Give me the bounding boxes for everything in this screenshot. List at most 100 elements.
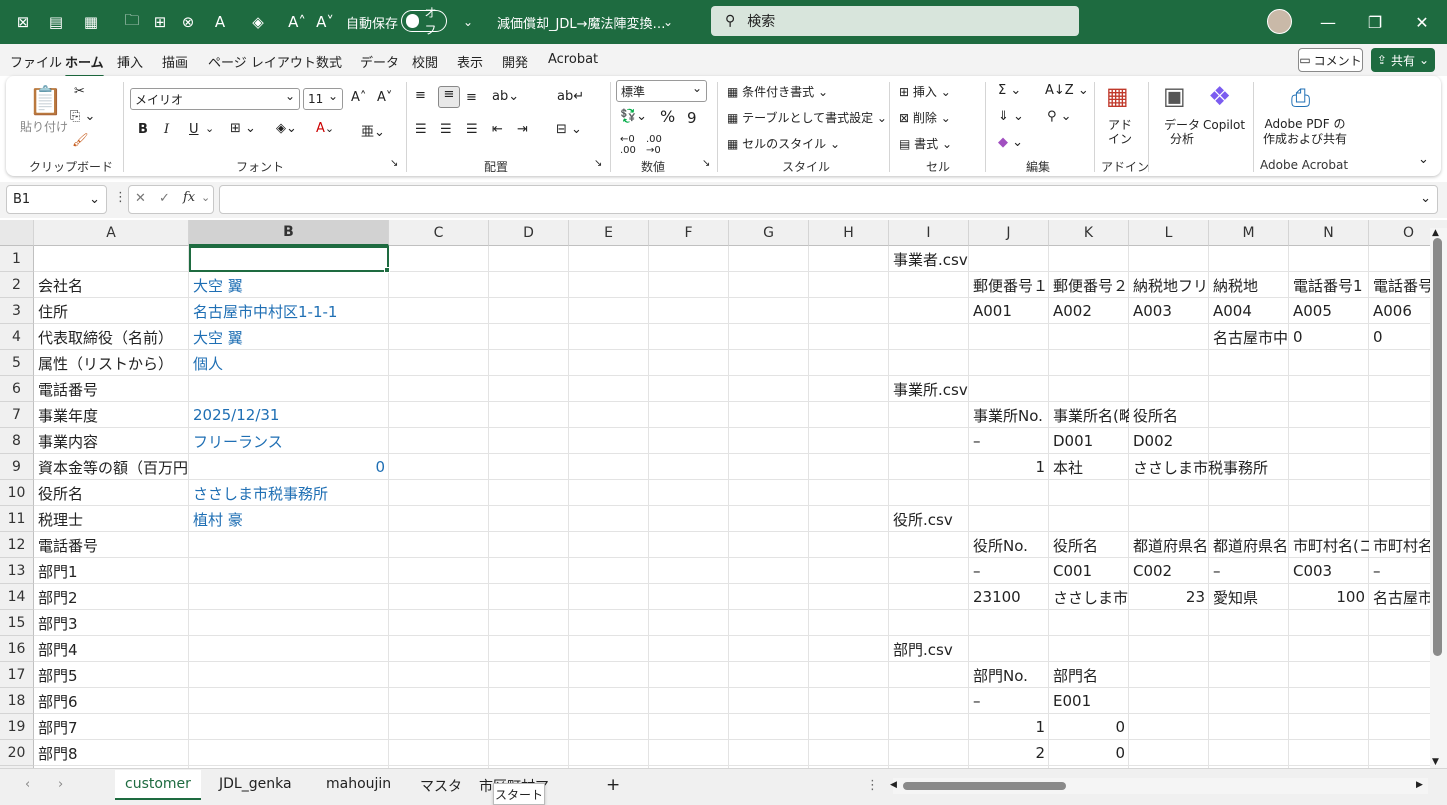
row-header-10[interactable]: 10 — [0, 480, 34, 506]
name-box-chevron-icon[interactable]: ⌄ — [89, 192, 100, 207]
copy-icon[interactable]: ⎘ ⌄ — [70, 109, 95, 124]
name-box[interactable]: B1 ⌄ — [6, 185, 107, 214]
row-header-15[interactable]: 15 — [0, 610, 34, 636]
scroll-up-icon[interactable]: ▲ — [1432, 228, 1439, 238]
data-analysis-button[interactable]: データ 分析 — [1164, 118, 1200, 146]
row-header-2[interactable]: 2 — [0, 272, 34, 298]
merge-center-icon[interactable]: ⊟ ⌄ — [556, 122, 582, 137]
cell-n4[interactable]: 0 — [1289, 324, 1369, 350]
copilot-icon[interactable]: ❖ — [1208, 82, 1231, 112]
conditional-format-button[interactable]: ▦ 条件付き書式 ⌄ — [727, 83, 828, 100]
increase-decimal-icon[interactable]: ←0.00 — [620, 134, 636, 156]
font-name-select[interactable]: メイリオ — [130, 88, 300, 110]
number-format-select[interactable]: 標準 — [616, 80, 707, 102]
column-header-l[interactable]: L — [1129, 220, 1209, 246]
row-header-18[interactable]: 18 — [0, 688, 34, 714]
cell-l13[interactable]: C002 — [1129, 558, 1209, 584]
find-select-icon[interactable]: ⚲ ⌄ — [1047, 109, 1072, 124]
format-cells-button[interactable]: ▤ 書式 ⌄ — [899, 135, 952, 152]
sheet-tab-customer[interactable]: customer — [115, 770, 201, 800]
fill-color-icon[interactable]: ◈⌄ — [276, 121, 297, 136]
cell-k3[interactable]: A002 — [1049, 298, 1129, 324]
cell-a10[interactable]: 役所名 — [34, 480, 189, 506]
underline-button[interactable]: U — [189, 122, 199, 137]
orientation-icon[interactable]: ab⌄ — [492, 89, 519, 104]
cell-styles-button[interactable]: ▦ セルのスタイル ⌄ — [727, 135, 840, 152]
bold-button[interactable]: B — [138, 122, 148, 137]
cell-m4[interactable]: 名古屋市中 — [1209, 324, 1289, 350]
tab-formulas[interactable]: 数式 — [316, 52, 342, 71]
percent-icon[interactable]: % — [660, 107, 675, 126]
cell-a14[interactable]: 部門2 — [34, 584, 189, 610]
addins-icon[interactable]: ▦ — [1106, 82, 1129, 110]
cell-j20[interactable]: 2 — [969, 740, 1049, 766]
cell-a17[interactable]: 部門5 — [34, 662, 189, 688]
cell-i6[interactable]: 事業所.csv — [889, 376, 1129, 402]
format-painter-icon[interactable]: 🖌 — [72, 133, 89, 148]
column-header-e[interactable]: E — [569, 220, 649, 246]
font-grow-icon[interactable]: A˄ — [351, 90, 366, 105]
font-shrink-icon[interactable]: A˅ — [313, 10, 337, 34]
insert-function-button[interactable]: fx — [183, 190, 195, 205]
cell-k2[interactable]: 郵便番号２ — [1049, 272, 1129, 298]
delete-cells-button[interactable]: ⊠ 削除 ⌄ — [899, 109, 951, 126]
cell-l8[interactable]: D002 — [1129, 428, 1209, 454]
row-header-6[interactable]: 6 — [0, 376, 34, 402]
tab-page-layout[interactable]: ページ レイアウト — [208, 52, 316, 71]
row-header-7[interactable]: 7 — [0, 402, 34, 428]
wrap-text-icon[interactable]: ab↵ — [557, 89, 584, 104]
cell-a12[interactable]: 電話番号 — [34, 532, 189, 558]
prev-sheet-icon[interactable]: ‹ — [25, 777, 30, 792]
column-header-d[interactable]: D — [489, 220, 569, 246]
row-header-20[interactable]: 20 — [0, 740, 34, 766]
cell-l2[interactable]: 納税地フリ — [1129, 272, 1209, 298]
chevron-down-icon[interactable]: ⌄ — [656, 10, 680, 34]
row-header-14[interactable]: 14 — [0, 584, 34, 610]
active-cell-outline[interactable] — [189, 246, 389, 272]
tab-developer[interactable]: 開発 — [502, 52, 528, 71]
cell-n2[interactable]: 電話番号1 — [1289, 272, 1369, 298]
align-right-icon[interactable]: ☰ — [466, 122, 478, 137]
cell-k7[interactable]: 事業所名(略 — [1049, 402, 1129, 428]
minimize-icon[interactable]: — — [1305, 0, 1351, 44]
cell-k20[interactable]: 0 — [1049, 740, 1129, 766]
cell-a5[interactable]: 属性（リストから） — [34, 350, 189, 376]
cell-j7[interactable]: 事業所No. — [969, 402, 1049, 428]
italic-button[interactable]: I — [164, 122, 169, 137]
cell-l14[interactable]: 23 — [1129, 584, 1209, 610]
cell-a19[interactable]: 部門7 — [34, 714, 189, 740]
adobe-pdf-button[interactable]: Adobe PDF の 作成および共有 — [1263, 117, 1347, 147]
tab-review[interactable]: 校閲 — [412, 52, 438, 71]
copilot-button[interactable]: Copilot — [1203, 118, 1245, 132]
cell-j18[interactable]: – — [969, 688, 1049, 714]
cell-n14[interactable]: 100 — [1289, 584, 1369, 610]
row-header-1[interactable]: 1 — [0, 246, 34, 272]
add-sheet-icon[interactable]: + — [606, 775, 620, 795]
cell-k18[interactable]: E001 — [1049, 688, 1129, 714]
scroll-left-icon[interactable]: ◀ — [890, 780, 897, 790]
tab-draw[interactable]: 描画 — [162, 52, 188, 71]
column-header-j[interactable]: J — [969, 220, 1049, 246]
cut-icon[interactable]: ✂ — [74, 84, 85, 99]
cell-l7[interactable]: 役所名 — [1129, 402, 1209, 428]
fill-handle[interactable] — [384, 267, 390, 273]
autosum-icon[interactable]: Σ ⌄ — [998, 83, 1021, 98]
underline-chevron-icon[interactable]: ⌄ — [205, 122, 214, 135]
font-shrink-icon[interactable]: A˅ — [377, 90, 392, 105]
currency-icon[interactable]: 💱⌄ — [620, 109, 647, 124]
paste-button[interactable]: 貼り付け — [20, 118, 68, 135]
sort-filter-icon[interactable]: A↓Z ⌄ — [1045, 83, 1089, 98]
share-button[interactable]: ⇪ 共有 ⌄ — [1371, 48, 1435, 72]
cell-i16[interactable]: 部門.csv — [889, 636, 1129, 662]
row-header-17[interactable]: 17 — [0, 662, 34, 688]
insert-cells-button[interactable]: ⊞ 挿入 ⌄ — [899, 83, 951, 100]
cell-k12[interactable]: 役所名 — [1049, 532, 1129, 558]
cell-b9[interactable]: 0 — [189, 454, 389, 480]
font-size-select[interactable]: 11 — [303, 88, 343, 110]
align-top-icon[interactable]: ≡ — [415, 88, 426, 103]
enter-icon[interactable]: ✓ — [159, 191, 170, 206]
customize-qat-icon[interactable]: ⌄ — [456, 10, 480, 34]
more-options-icon[interactable]: ⋮ — [114, 190, 127, 205]
cancel-icon[interactable]: ✕ — [135, 191, 146, 206]
view-icon[interactable]: ▤ — [44, 10, 68, 34]
